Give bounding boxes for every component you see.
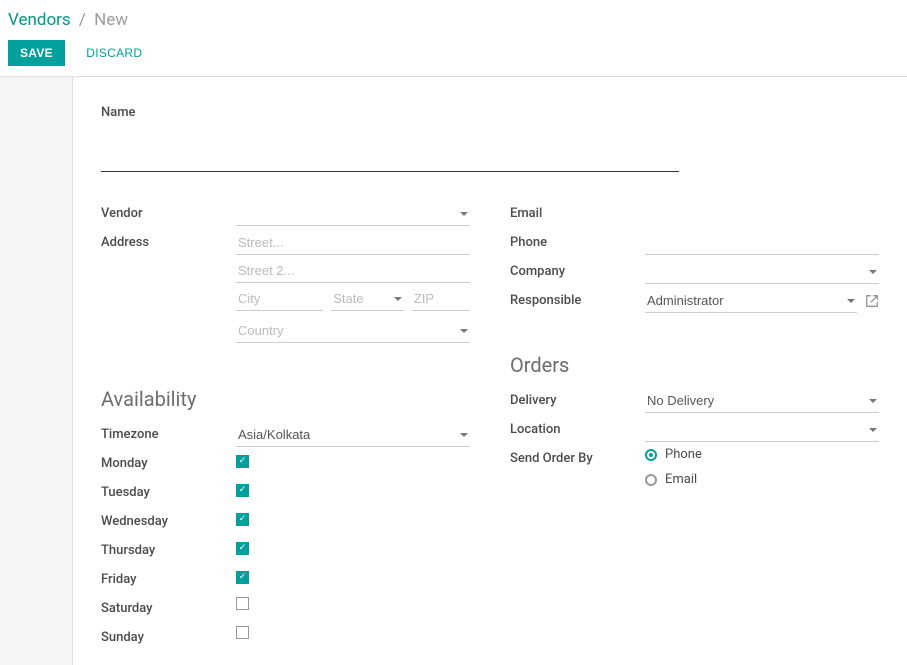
saturday-label: Saturday (101, 597, 236, 616)
external-link-icon[interactable] (865, 294, 879, 308)
company-input[interactable] (645, 260, 879, 284)
friday-checkbox[interactable] (236, 571, 249, 584)
form-sheet: Name Vendor Address (72, 77, 907, 665)
tuesday-label: Tuesday (101, 481, 236, 500)
responsible-input[interactable] (645, 289, 857, 313)
name-input[interactable] (101, 128, 679, 172)
sunday-label: Sunday (101, 626, 236, 645)
vendor-input[interactable] (236, 202, 470, 226)
sendby-email-radio[interactable] (645, 474, 657, 486)
company-label: Company (510, 260, 645, 279)
tuesday-checkbox[interactable] (236, 484, 249, 497)
city-input[interactable] (236, 287, 323, 311)
sendby-email-label: Email (665, 472, 697, 487)
address-label: Address (101, 231, 236, 250)
discard-button[interactable]: DISCARD (74, 40, 154, 66)
email-label: Email (510, 202, 645, 221)
street2-input[interactable] (236, 259, 470, 283)
wednesday-checkbox[interactable] (236, 513, 249, 526)
sendby-phone-label: Phone (665, 447, 702, 462)
email-input[interactable] (645, 202, 879, 225)
monday-checkbox[interactable] (236, 455, 249, 468)
delivery-label: Delivery (510, 389, 645, 408)
thursday-checkbox[interactable] (236, 542, 249, 555)
responsible-label: Responsible (510, 289, 645, 308)
name-label: Name (101, 105, 879, 120)
sendby-label: Send Order By (510, 447, 645, 466)
location-input[interactable] (645, 418, 879, 442)
vendor-label: Vendor (101, 202, 236, 221)
sunday-checkbox[interactable] (236, 626, 249, 639)
action-bar: SAVE DISCARD (0, 36, 907, 76)
state-input[interactable] (331, 287, 404, 311)
street-input[interactable] (236, 231, 470, 255)
timezone-label: Timezone (101, 423, 236, 442)
wednesday-label: Wednesday (101, 510, 236, 529)
breadcrumb-sep: / (79, 10, 86, 30)
breadcrumb-current: New (94, 10, 128, 30)
monday-label: Monday (101, 452, 236, 471)
orders-title: Orders (510, 353, 879, 377)
location-label: Location (510, 418, 645, 437)
friday-label: Friday (101, 568, 236, 587)
breadcrumb-vendors[interactable]: Vendors (8, 10, 71, 30)
delivery-input[interactable] (645, 389, 879, 413)
save-button[interactable]: SAVE (8, 40, 65, 66)
breadcrumb: Vendors / New (0, 0, 907, 36)
phone-label: Phone (510, 231, 645, 250)
sendby-phone-radio[interactable] (645, 449, 657, 461)
saturday-checkbox[interactable] (236, 597, 249, 610)
phone-input[interactable] (645, 231, 879, 255)
availability-title: Availability (101, 387, 470, 411)
country-input[interactable] (236, 319, 470, 343)
thursday-label: Thursday (101, 539, 236, 558)
timezone-input[interactable] (236, 423, 470, 447)
zip-input[interactable] (412, 287, 470, 311)
